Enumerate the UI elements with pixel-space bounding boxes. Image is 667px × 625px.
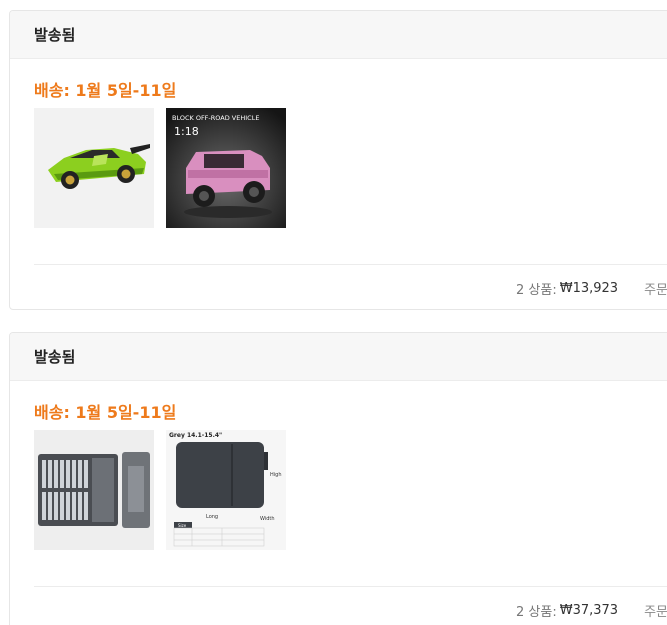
card-divider — [34, 586, 667, 587]
long-label: Long — [206, 514, 218, 520]
laptop-sleeve-image: Grey 14.1-15.4" High Long Width Size — [166, 430, 286, 550]
product-thumbnails: Grey 14.1-15.4" High Long Width Size — [34, 430, 286, 550]
order-link[interactable]: 주문 — [644, 279, 667, 298]
delivery-window: 배송: 1월 5일-11일 — [34, 81, 177, 100]
order-summary: 2 상품: ₩37,373 주문 — [10, 601, 667, 620]
badge-top-text: BLOCK OFF-ROAD VEHICLE — [172, 114, 259, 122]
order-summary: 2 상품: ₩13,923 주문 — [10, 279, 667, 298]
bit-set-image — [34, 430, 154, 550]
delivery-window: 배송: 1월 5일-11일 — [34, 403, 177, 422]
order-card: 발송됨 배송: 1월 5일-11일 — [9, 332, 667, 625]
pink-jeep-image: BLOCK OFF-ROAD VEHICLE 1:18 — [166, 108, 286, 228]
high-label: High — [270, 472, 282, 478]
card-divider — [34, 264, 667, 265]
item-count: 2 상품: — [516, 605, 557, 620]
order-status: 발송됨 — [10, 333, 667, 381]
product-image-laptop-sleeve[interactable]: Grey 14.1-15.4" High Long Width Size — [166, 430, 286, 550]
product-image-green-car[interactable] — [34, 108, 154, 228]
badge-scale-text: 1:18 — [174, 125, 199, 138]
orders-page: 발송됨 배송: 1월 5일-11일 BLOCK OFF-ROAD VEHICLE… — [0, 0, 667, 625]
size-header: Size — [178, 523, 187, 528]
product-thumbnails: BLOCK OFF-ROAD VEHICLE 1:18 — [34, 108, 286, 228]
order-status: 발송됨 — [10, 11, 667, 59]
product-image-pink-jeep[interactable]: BLOCK OFF-ROAD VEHICLE 1:18 — [166, 108, 286, 228]
order-total: ₩13,923 — [559, 281, 619, 296]
width-label: Width — [260, 516, 275, 522]
order-total: ₩37,373 — [559, 603, 619, 618]
product-image-bit-set[interactable] — [34, 430, 154, 550]
order-card: 발송됨 배송: 1월 5일-11일 — [9, 10, 667, 310]
order-link[interactable]: 주문 — [644, 601, 667, 620]
sleeve-title-text: Grey 14.1-15.4" — [169, 432, 222, 439]
green-car-image — [34, 108, 154, 228]
item-count: 2 상품: — [516, 283, 557, 298]
